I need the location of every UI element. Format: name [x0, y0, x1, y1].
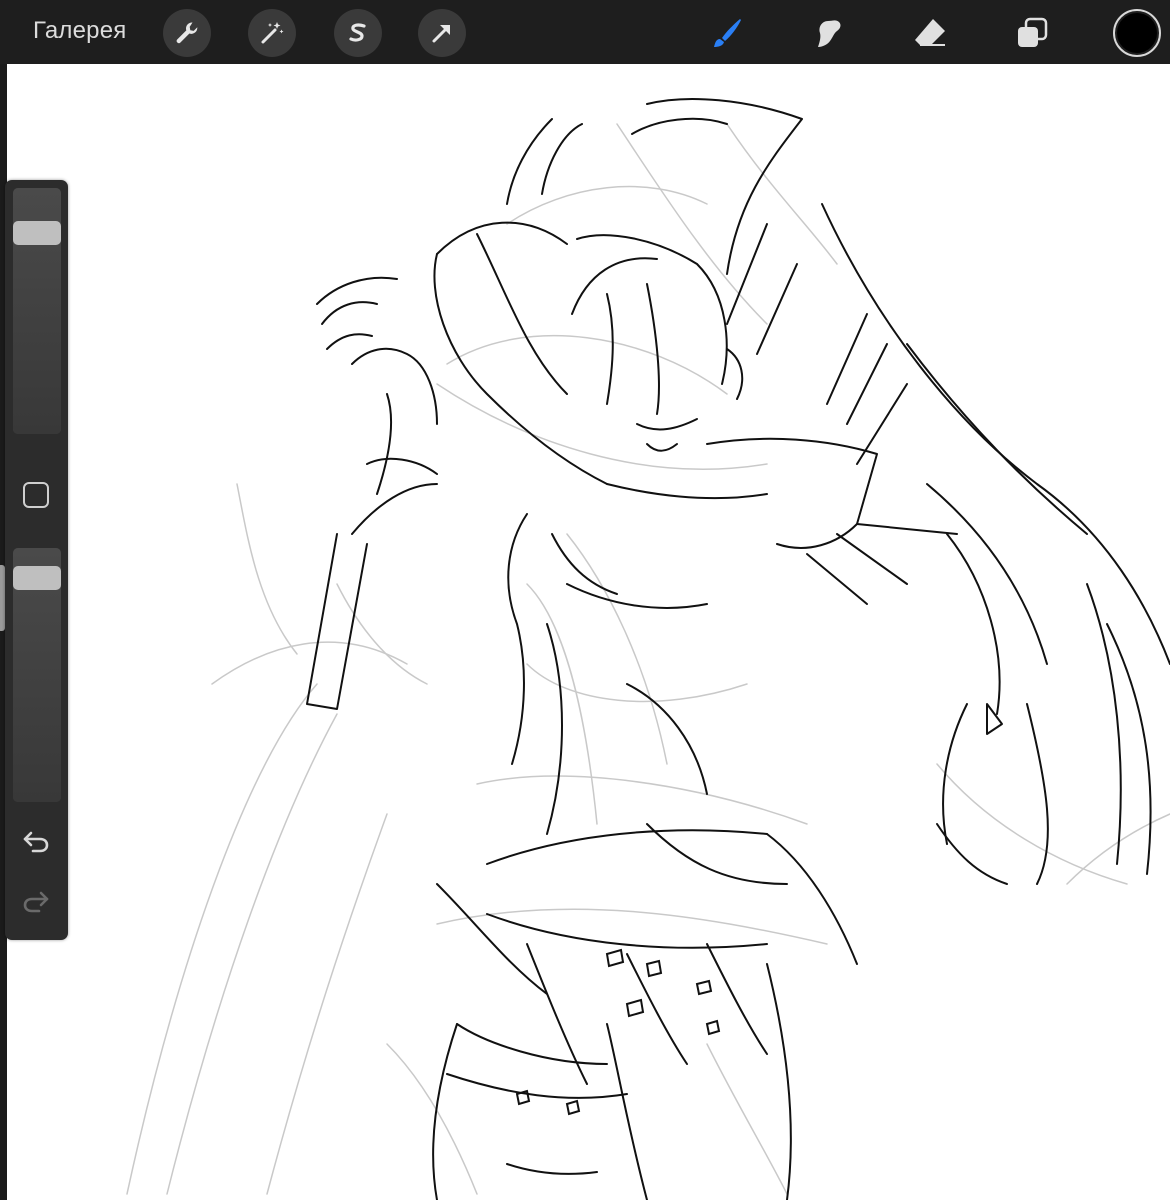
undo-button[interactable]: [21, 828, 51, 861]
wrench-icon: [176, 22, 198, 44]
layers-icon: [1018, 17, 1048, 47]
undo-arrow-icon: [23, 831, 49, 853]
gallery-button[interactable]: Галерея: [33, 17, 126, 45]
brush-size-thumb[interactable]: [13, 221, 61, 245]
actions-button[interactable]: [163, 9, 211, 57]
drawing-canvas[interactable]: [7, 64, 1170, 1200]
opacity-slider[interactable]: [13, 548, 61, 802]
arrow-cursor-icon: [432, 25, 450, 43]
smudge-tool-button[interactable]: [805, 10, 851, 56]
modify-button[interactable]: [23, 482, 49, 508]
eraser-icon: [915, 19, 945, 46]
top-toolbar: Галерея: [0, 0, 1170, 64]
eraser-tool-button[interactable]: [907, 10, 953, 56]
brush-tool-button[interactable]: [704, 10, 750, 56]
left-sidebar: [5, 180, 68, 940]
redo-button[interactable]: [21, 888, 51, 921]
active-color-swatch: [1117, 13, 1157, 53]
brush-size-slider[interactable]: [13, 188, 61, 434]
smudge-icon: [818, 20, 841, 47]
color-picker-button[interactable]: [1113, 9, 1161, 57]
selection-button[interactable]: [334, 9, 382, 57]
magic-wand-icon: [261, 22, 284, 44]
redo-arrow-icon: [23, 891, 49, 913]
brush-icon: [714, 19, 741, 47]
selection-s-icon: [349, 23, 366, 42]
line-art-sketch: [126, 98, 1170, 1200]
layers-button[interactable]: [1009, 10, 1055, 56]
opacity-thumb[interactable]: [13, 566, 61, 590]
transform-button[interactable]: [418, 9, 466, 57]
adjustments-button[interactable]: [248, 9, 296, 57]
